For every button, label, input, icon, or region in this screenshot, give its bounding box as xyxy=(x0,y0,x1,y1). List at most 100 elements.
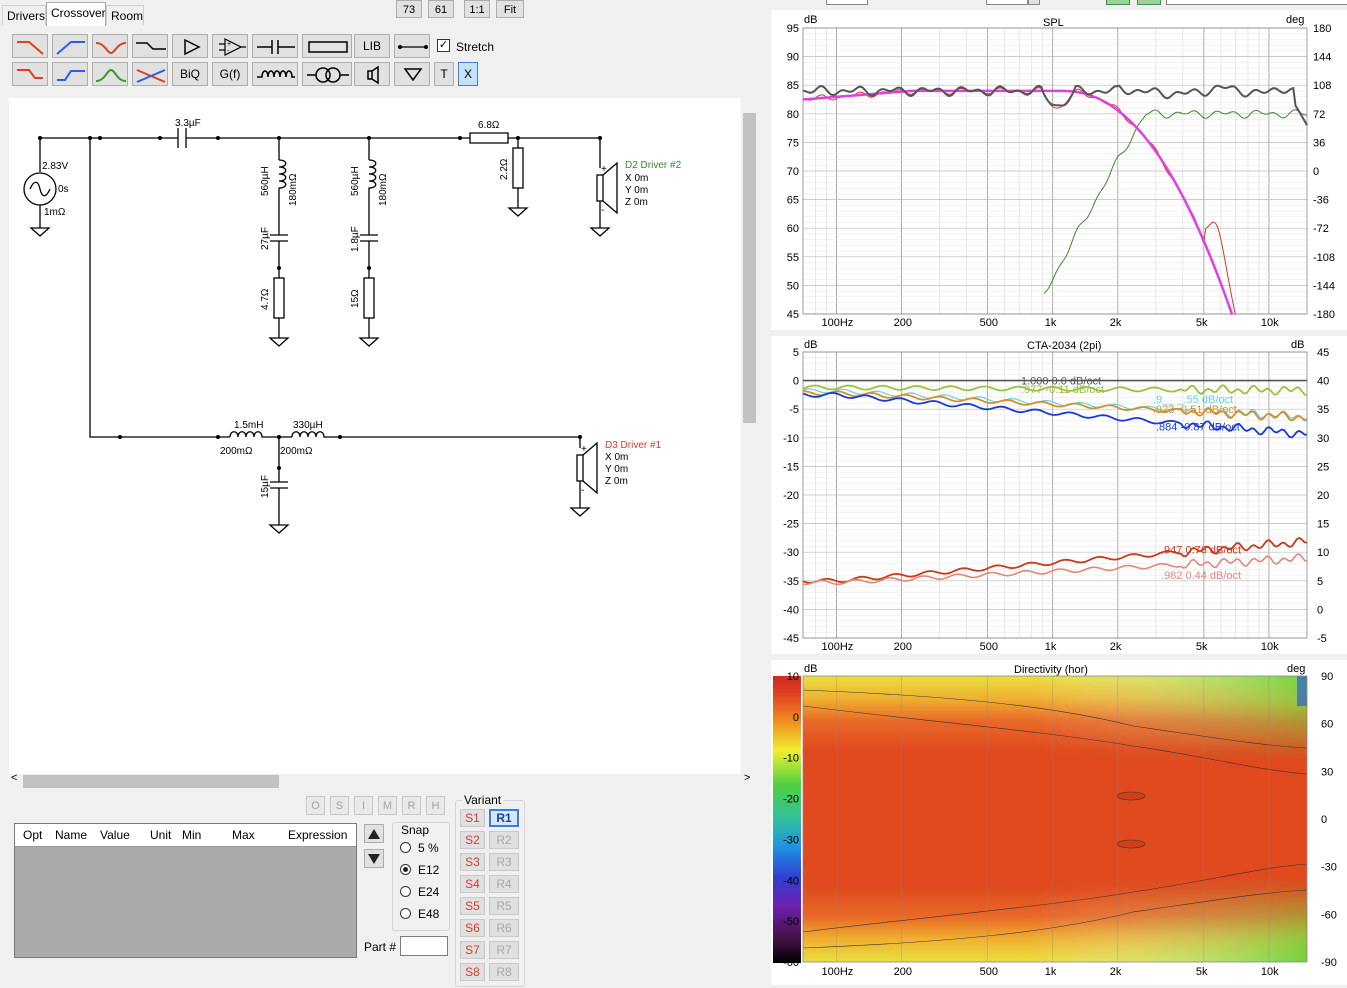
spl-plot[interactable]: dB SPL deg 100Hz 200 500 1k 2k 5k 10k95 18090 14… xyxy=(771,10,1347,330)
directivity-plot[interactable]: dB Directivity (hor) deg 10 0 -10 -20 -30 -40… xyxy=(771,660,1347,985)
highpass-icon xyxy=(56,41,85,55)
s-button[interactable]: S xyxy=(330,796,349,815)
resistor-button[interactable] xyxy=(302,34,352,58)
wire-button[interactable] xyxy=(394,34,430,58)
directivity-scale-tick: 10 xyxy=(787,671,799,683)
variant-s7-button[interactable]: S7 xyxy=(460,941,485,959)
snap-e24-radio[interactable] xyxy=(400,886,411,897)
zoom-61-button[interactable]: 61 xyxy=(428,0,454,18)
stretch-checkbox[interactable]: ✓ xyxy=(437,39,450,52)
spl-left-unit: dB xyxy=(804,14,817,26)
top-spin[interactable] xyxy=(1028,0,1040,5)
move-up-button[interactable] xyxy=(364,824,384,843)
tab-drivers[interactable]: Drivers xyxy=(2,5,46,25)
zoom-73-button[interactable]: 73 xyxy=(396,0,422,18)
variant-s8-button[interactable]: S8 xyxy=(460,963,485,981)
opamp-button[interactable]: + - xyxy=(212,34,248,58)
opamp-icon: +- xyxy=(219,38,246,56)
top-icon-button[interactable] xyxy=(1106,0,1130,5)
cta-graph[interactable]: dB CTA-2034 (2pi) dB 100Hz 200 500 1k 2k 5k 10… xyxy=(771,336,1347,654)
transformer-button[interactable] xyxy=(302,62,352,86)
snap-e12-radio[interactable] xyxy=(400,864,411,875)
zoom-fit-button[interactable]: Fit xyxy=(496,0,524,18)
variant-r7-button[interactable]: R7 xyxy=(489,941,519,959)
variant-r5-button[interactable]: R5 xyxy=(489,897,519,915)
variant-s3-button[interactable]: S3 xyxy=(460,853,485,871)
schematic-horizontal-scrollbar[interactable]: < > xyxy=(9,772,750,790)
lowpass-filter-button[interactable] xyxy=(12,34,48,58)
top-dropdown[interactable] xyxy=(1166,0,1347,5)
scroll-left-arrow-icon[interactable]: < xyxy=(11,772,17,784)
crossover-schematic[interactable]: 2.83V 0s 1mΩ 3.3µF 6.8Ω 560µH 180mΩ 27µF… xyxy=(9,98,741,774)
variant-s4-button[interactable]: S4 xyxy=(460,875,485,893)
highpass-filter-button[interactable] xyxy=(52,34,88,58)
top-field[interactable] xyxy=(826,0,868,5)
cta-left-tick: -10 xyxy=(783,433,799,445)
variant-s1-button[interactable]: S1 xyxy=(460,809,485,827)
source-resistance-label: 1mΩ xyxy=(44,207,66,218)
schematic-canvas[interactable]: 2.83V 0s 1mΩ 3.3µF 6.8Ω 560µH 180mΩ 27µF… xyxy=(9,98,741,774)
transfer-function-button[interactable]: G(f) xyxy=(212,62,248,86)
inductor-icon xyxy=(257,70,295,78)
buffer-button[interactable] xyxy=(172,34,208,58)
delete-button[interactable]: X xyxy=(458,62,478,86)
m-button[interactable]: M xyxy=(378,796,397,815)
highpass2-filter-button[interactable] xyxy=(52,62,88,86)
variant-r3-button[interactable]: R3 xyxy=(489,853,519,871)
schematic-vertical-scrollbar[interactable] xyxy=(741,98,757,774)
biquad-button[interactable]: BiQ xyxy=(172,62,208,86)
ground-button[interactable] xyxy=(394,62,430,86)
i-button[interactable]: I xyxy=(354,796,373,815)
directivity-scale-tick: -30 xyxy=(783,834,799,846)
library-button[interactable]: LIB xyxy=(354,34,390,58)
move-down-button[interactable] xyxy=(364,849,384,868)
cta-right-tick: 10 xyxy=(1317,547,1329,559)
variant-s5-button[interactable]: S5 xyxy=(460,897,485,915)
variant-r1-button[interactable]: R1 xyxy=(489,809,519,827)
variant-s6-button[interactable]: S6 xyxy=(460,919,485,937)
bandstop-filter-button[interactable] xyxy=(92,34,128,58)
zoom-1to1-button[interactable]: 1:1 xyxy=(464,0,490,18)
spl-right-tick: -180 xyxy=(1313,309,1335,321)
horizontal-scroll-thumb[interactable] xyxy=(23,775,279,788)
variant-r2-button[interactable]: R2 xyxy=(489,831,519,849)
shelf-filter-button[interactable] xyxy=(132,34,168,58)
top-field-2[interactable] xyxy=(986,0,1028,5)
text-button[interactable]: T xyxy=(434,62,454,86)
variant-s2-button[interactable]: S2 xyxy=(460,831,485,849)
directivity-freq-tick: 2k xyxy=(1110,966,1122,978)
snap-e48-radio[interactable] xyxy=(400,908,411,919)
column-opt: Opt xyxy=(23,828,43,842)
o-button[interactable]: O xyxy=(306,796,325,815)
directivity-angle-tick: 0 xyxy=(1321,814,1327,826)
variant-r4-button[interactable]: R4 xyxy=(489,875,519,893)
h-button[interactable]: H xyxy=(426,796,445,815)
l1-label: 560µH xyxy=(260,166,271,196)
snap-5pct-radio[interactable] xyxy=(400,842,411,853)
parameter-table[interactable]: Opt Name Value Unit Min Max Expression xyxy=(14,823,357,958)
directivity-graph[interactable]: dB Directivity (hor) deg 10 0 -10 -20 -30 -40… xyxy=(771,660,1347,985)
part-number-input[interactable] xyxy=(400,936,448,956)
driver-button[interactable] xyxy=(354,62,390,86)
r-button[interactable]: R xyxy=(402,796,421,815)
tab-room[interactable]: Room xyxy=(106,5,144,25)
variant-r8-button[interactable]: R8 xyxy=(489,963,519,981)
cta-plot[interactable]: dB CTA-2034 (2pi) dB 100Hz 200 500 1k 2k 5k 10… xyxy=(771,336,1347,654)
bandpass-filter-button[interactable] xyxy=(92,62,128,86)
scroll-right-arrow-icon[interactable]: > xyxy=(744,772,750,784)
spl-freq-tick: 200 xyxy=(894,317,912,329)
cta-left-tick: -5 xyxy=(789,404,799,416)
directivity-scale-tick: -10 xyxy=(783,753,799,765)
inductor-button[interactable] xyxy=(252,62,298,86)
variant-r6-button[interactable]: R6 xyxy=(489,919,519,937)
crossover-filter-button[interactable] xyxy=(132,62,168,86)
wire-icon xyxy=(398,45,428,49)
spl-graph[interactable]: dB SPL deg 100Hz 200 500 1k 2k 5k 10k 95 180 90 14… xyxy=(771,10,1347,330)
cta-right-tick: 15 xyxy=(1317,519,1329,531)
vertical-scroll-thumb[interactable] xyxy=(743,113,756,423)
top-icon-button-2[interactable] xyxy=(1137,0,1161,5)
transformer-icon xyxy=(307,67,349,83)
lowpass2-filter-button[interactable] xyxy=(12,62,48,86)
capacitor-button[interactable] xyxy=(252,34,298,58)
tab-crossover[interactable]: Crossover xyxy=(46,2,106,26)
